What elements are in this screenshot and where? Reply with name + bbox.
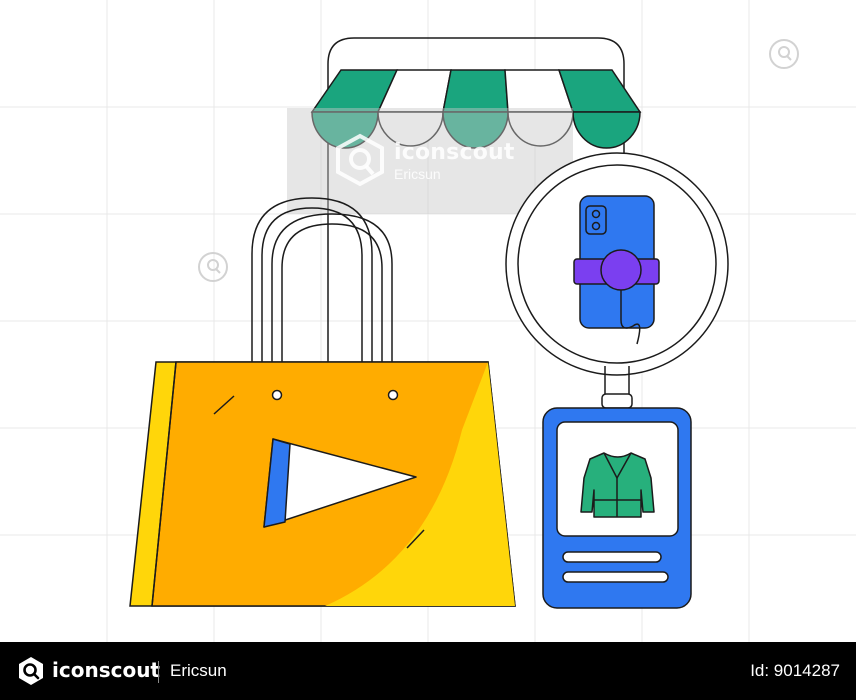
watermark-search-icon	[198, 252, 228, 282]
watermark-author: Ericsun	[394, 166, 441, 182]
canvas: iconscout Ericsun iconscout Ericsun Id: …	[0, 0, 856, 700]
live-shopping-illustration	[0, 0, 856, 642]
watermark-brand: iconscout	[394, 140, 515, 165]
watermark-center: iconscout Ericsun	[336, 136, 536, 188]
smartphone-icon	[573, 195, 660, 345]
watermark-search-icon	[769, 39, 799, 69]
footer-bar: iconscout Ericsun Id: 9014287	[0, 642, 856, 700]
footer-author: Ericsun	[170, 661, 227, 680]
iconscout-logo-icon	[19, 657, 43, 685]
jacket-icon	[580, 452, 655, 518]
footer-divider	[158, 661, 159, 683]
footer-asset-id: Id: 9014287	[750, 661, 840, 680]
footer-brand: iconscout	[52, 658, 160, 682]
